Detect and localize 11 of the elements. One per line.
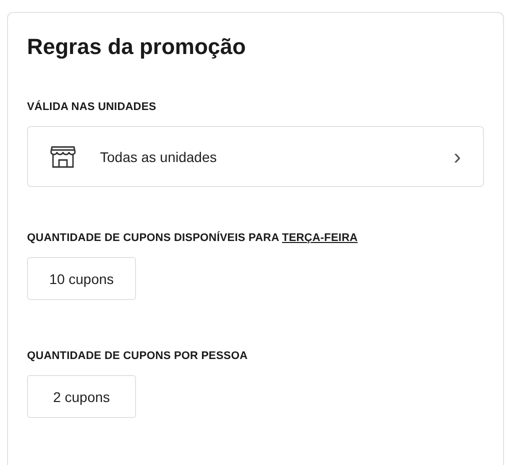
coupon-count-field[interactable]: 10 cupons [27, 257, 136, 300]
section-label: QUANTIDADE DE CUPONS DISPONÍVEIS PARA TERÇA-FEIRA [27, 232, 359, 244]
section-label: VÁLIDA NAS UNIDADES [27, 101, 158, 113]
section-label: QUANTIDADE DE CUPONS POR PESSOA [27, 350, 249, 362]
units-selector[interactable]: Todas as unidades › [27, 126, 484, 187]
coupon-count-field[interactable]: 2 cupons [27, 375, 136, 418]
store-icon [50, 146, 76, 168]
page-title: Regras da promoção [27, 33, 247, 61]
chevron-icon: › [454, 146, 461, 168]
units-value: Todas as unidades [100, 148, 218, 164]
day-link[interactable]: TERÇA-FEIRA [282, 232, 358, 244]
